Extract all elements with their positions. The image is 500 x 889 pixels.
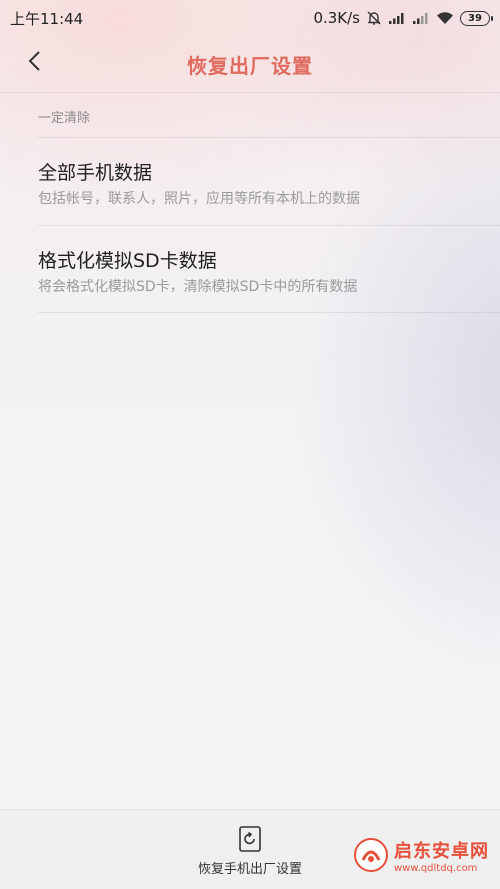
network-speed: 0.3K/s <box>313 9 360 27</box>
bottom-bar: 恢复手机出厂设置 启东安卓网 www.qdltdq.com <box>0 809 500 889</box>
reset-label: 恢复手机出厂设置 <box>197 862 302 877</box>
battery-level: 39 <box>468 12 482 24</box>
status-time: 上午11:44 <box>10 9 84 28</box>
header: 恢复出厂设置 <box>0 36 500 92</box>
signal-icon <box>388 11 406 25</box>
watermark-logo-icon <box>354 838 388 872</box>
section-label: 一定清除 <box>38 111 91 126</box>
item-title: 全部手机数据 <box>38 162 153 184</box>
watermark: 启东安卓网 www.qdltdq.com <box>354 824 494 886</box>
battery-icon: 39 <box>460 10 493 26</box>
watermark-url: www.qdltdq.com <box>394 862 478 874</box>
status-bar: 上午11:44 0.3K/s 39 <box>0 0 500 36</box>
item-divider <box>38 312 500 313</box>
reset-phone-button[interactable]: 恢复手机出厂设置 <box>175 824 325 884</box>
mute-bell-icon <box>366 10 382 26</box>
item-subtitle: 包括帐号，联系人，照片，应用等所有本机上的数据 <box>38 191 360 207</box>
signal-icon-2 <box>412 11 430 25</box>
item-subtitle: 将会格式化模拟SD卡，清除模拟SD卡中的所有数据 <box>38 279 358 295</box>
list-item-format-sd-data[interactable]: 格式化模拟SD卡数据 将会格式化模拟SD卡，清除模拟SD卡中的所有数据 <box>0 226 500 312</box>
page-title: 恢复出厂设置 <box>187 54 313 78</box>
watermark-title: 启东安卓网 <box>394 840 489 862</box>
wifi-icon <box>436 11 454 25</box>
reset-icon <box>239 826 261 852</box>
header-divider <box>0 92 500 93</box>
item-title: 格式化模拟SD卡数据 <box>38 250 217 272</box>
list-item-all-phone-data[interactable]: 全部手机数据 包括帐号，联系人，照片，应用等所有本机上的数据 <box>0 138 500 224</box>
